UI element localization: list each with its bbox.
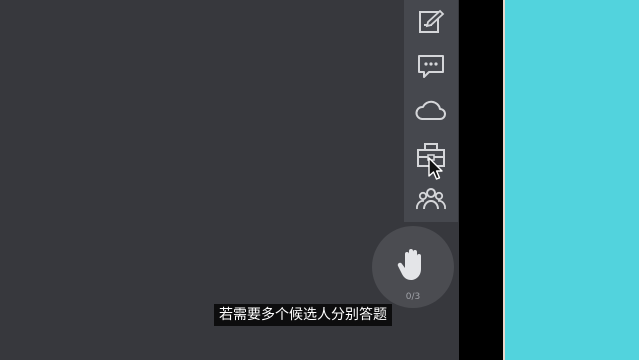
cloud-button[interactable] [411, 93, 451, 129]
mouse-pointer-icon [428, 157, 444, 185]
chat-button[interactable] [411, 49, 451, 85]
background-window [505, 0, 639, 360]
chat-icon [416, 52, 446, 82]
hand-raise-count: 0/3 [405, 292, 421, 302]
cloud-icon [414, 98, 448, 124]
notes-button[interactable] [411, 4, 451, 40]
hand-icon [396, 246, 430, 286]
window-gap [459, 0, 503, 360]
raise-hand-button[interactable]: 0/3 [372, 226, 454, 308]
edit-note-icon [416, 8, 446, 36]
members-button[interactable] [411, 181, 451, 217]
screen: 0/3 若需要多个候选人分别答题 [0, 0, 639, 360]
subtitle-caption: 若需要多个候选人分别答题 [214, 304, 392, 326]
group-icon [415, 185, 447, 213]
